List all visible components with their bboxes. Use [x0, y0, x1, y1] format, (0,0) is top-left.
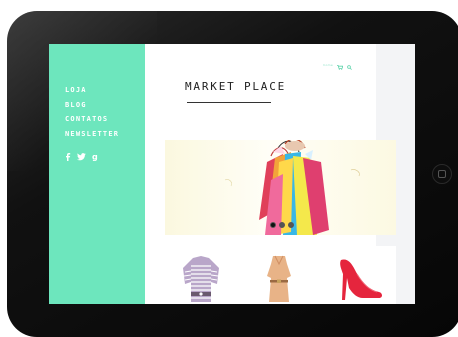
sweater-image: [183, 256, 219, 302]
twitter-icon[interactable]: [77, 146, 86, 165]
title-divider: [187, 102, 271, 103]
nav-item-loja[interactable]: LOJA: [65, 83, 119, 98]
nav-item-contatos[interactable]: CONTATOS: [65, 112, 119, 127]
google-icon[interactable]: g: [92, 146, 98, 165]
page-title: MARKET PLACE: [185, 80, 287, 93]
product-red-heel[interactable]: [337, 254, 385, 304]
sidebar: LOJA BLOG CONTATOS NEWSLETTER g: [49, 44, 145, 304]
product-striped-sweater[interactable]: [179, 254, 223, 304]
shopping-bags-image: [224, 140, 360, 235]
hero-banner: [165, 140, 396, 235]
social-links: g: [65, 146, 98, 165]
slider-dot-2[interactable]: [279, 222, 285, 228]
topbar-link[interactable]: home: [323, 63, 333, 67]
cart-icon[interactable]: [337, 55, 344, 74]
nav-item-newsletter[interactable]: NEWSLETTER: [65, 127, 119, 142]
website-screen: LOJA BLOG CONTATOS NEWSLETTER g home MAR…: [49, 44, 415, 304]
home-button[interactable]: [432, 164, 452, 184]
top-bar: home: [323, 55, 352, 74]
svg-text:g: g: [92, 153, 98, 161]
search-icon[interactable]: [347, 55, 352, 74]
slider-dot-1[interactable]: [270, 222, 276, 228]
product-beige-dress[interactable]: [261, 254, 297, 304]
heel-image: [340, 259, 382, 300]
nav-item-blog[interactable]: BLOG: [65, 98, 119, 113]
slider-dots: [270, 222, 294, 228]
dress-image: [267, 255, 291, 302]
facebook-icon[interactable]: [65, 146, 71, 165]
product-row: [165, 246, 396, 304]
slider-dot-3[interactable]: [288, 222, 294, 228]
sidebar-nav: LOJA BLOG CONTATOS NEWSLETTER: [65, 83, 119, 141]
